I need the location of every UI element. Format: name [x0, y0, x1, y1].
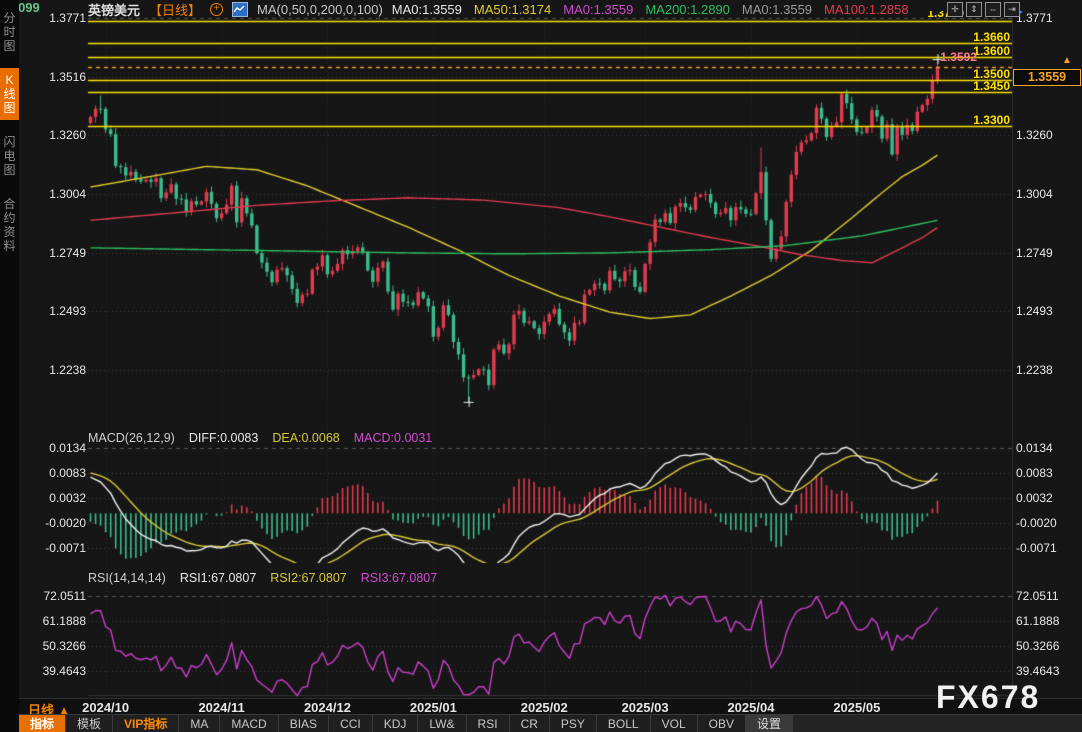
- price-alert-arrow-icon: ▲: [1062, 55, 1072, 66]
- chart-type-icon[interactable]: [232, 2, 248, 17]
- toolbar-item-13[interactable]: BOLL: [597, 715, 651, 732]
- ma-readout-2: MA50:1.3174: [474, 2, 551, 17]
- high-price-label: 1.3592: [940, 50, 977, 64]
- trading-app-window: 分时图 K线图闪电图合约资料 英镑美元 【日线】 + MA(0,50,0,200,…: [0, 0, 1082, 732]
- window-controls: ✛⇕⇔⇥: [947, 2, 1020, 17]
- rsi3-value: RSI3:67.0807: [361, 571, 437, 585]
- sidebar-tab-2[interactable]: K线图: [0, 68, 19, 120]
- rsi-readout-row: RSI(14,14,14) RSI1:67.0807 RSI2:67.0807 …: [88, 571, 437, 585]
- pan-right-icon[interactable]: ⇥: [1004, 2, 1020, 17]
- toolbar-item-2[interactable]: 模板: [66, 715, 113, 732]
- macd-diff-value: DIFF:0.0083: [189, 431, 258, 445]
- move-icon[interactable]: ✛: [947, 2, 963, 17]
- ma-settings-label: MA(0,50,0,200,0,100): [257, 2, 383, 17]
- period-selector[interactable]: 【日线】: [149, 0, 201, 19]
- add-favorite-icon[interactable]: +: [210, 3, 223, 16]
- toolbar-item-6[interactable]: BIAS: [279, 715, 329, 732]
- scale-horizontal-icon[interactable]: ⇔: [985, 2, 1001, 17]
- macd-title: MACD(26,12,9): [88, 431, 175, 445]
- sidebar: 分时图 K线图闪电图合约资料: [0, 0, 19, 732]
- toolbar-item-4[interactable]: MA: [179, 715, 220, 732]
- ma-readout-4: MA200:1.2890: [645, 2, 730, 17]
- fx678-logo: FX678: [936, 679, 1040, 716]
- rsi2-value: RSI2:67.0807: [270, 571, 346, 585]
- rsi1-value: RSI1:67.0807: [180, 571, 256, 585]
- toolbar-item-12[interactable]: PSY: [550, 715, 597, 732]
- ma-readout-1: MA0:1.3559: [392, 2, 462, 17]
- ma-readouts: MA0:1.3559 MA50:1.3174 MA0:1.3559 MA200:1.2…: [392, 2, 909, 17]
- toolbar-item-10[interactable]: RSI: [467, 715, 510, 732]
- sidebar-tab-1[interactable]: 分时图: [0, 6, 19, 58]
- ma-readout-5: MA0:1.3559: [742, 2, 812, 17]
- date-axis-row: [19, 698, 1082, 715]
- current-price-badge: 1.3559: [1013, 69, 1081, 86]
- toolbar-item-1[interactable]: 指标: [19, 715, 66, 732]
- scale-vertical-icon[interactable]: ⇕: [966, 2, 982, 17]
- toolbar-item-5[interactable]: MACD: [220, 715, 278, 732]
- chart-canvas[interactable]: [0, 0, 1082, 732]
- toolbar-item-9[interactable]: LW&: [418, 715, 466, 732]
- toolbar-item-16[interactable]: 设置: [746, 715, 793, 732]
- sidebar-tab-3[interactable]: 闪电图: [0, 130, 19, 182]
- toolbar-item-11[interactable]: CR: [510, 715, 550, 732]
- ma-readout-3: MA0:1.3559: [563, 2, 633, 17]
- symbol-name: 英镑美元: [88, 0, 140, 19]
- chart-header: 英镑美元 【日线】 + MA(0,50,0,200,0,100) MA0:1.3…: [88, 1, 909, 17]
- toolbar-item-7[interactable]: CCI: [329, 715, 373, 732]
- macd-dea-value: DEA:0.0068: [272, 431, 339, 445]
- indicator-toolbar: 指标模板VIP指标MAMACDBIASCCIKDJLW&RSICRPSYBOLL…: [19, 714, 1082, 732]
- sidebar-tab-4[interactable]: 合约资料: [0, 192, 19, 258]
- toolbar-item-15[interactable]: OBV: [698, 715, 746, 732]
- toolbar-item-3[interactable]: VIP指标: [113, 715, 179, 732]
- toolbar-item-14[interactable]: VOL: [651, 715, 698, 732]
- macd-macd-value: MACD:0.0031: [354, 431, 433, 445]
- toolbar-item-8[interactable]: KDJ: [373, 715, 419, 732]
- macd-readout-row: MACD(26,12,9) DIFF:0.0083 DEA:0.0068 MAC…: [88, 431, 432, 445]
- ma-readout-6: MA100:1.2858: [824, 2, 909, 17]
- rsi-title: RSI(14,14,14): [88, 571, 166, 585]
